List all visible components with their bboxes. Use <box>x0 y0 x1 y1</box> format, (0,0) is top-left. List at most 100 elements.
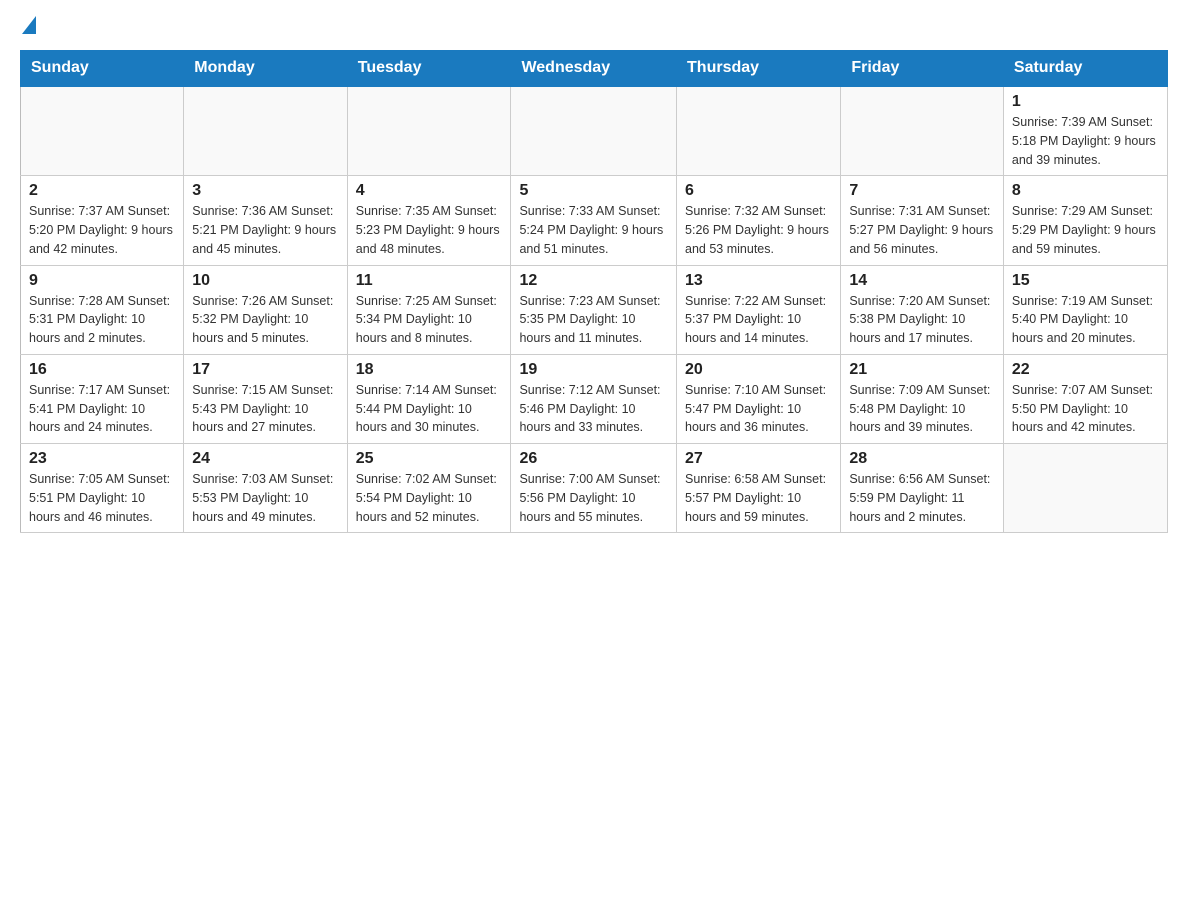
weekday-header-thursday: Thursday <box>677 51 841 87</box>
calendar-cell: 20Sunrise: 7:10 AM Sunset: 5:47 PM Dayli… <box>677 354 841 443</box>
day-number: 5 <box>519 182 668 200</box>
day-info: Sunrise: 7:12 AM Sunset: 5:46 PM Dayligh… <box>519 381 668 437</box>
calendar-cell: 4 Sunrise: 7:35 AM Sunset: 5:23 PM Daylig… <box>347 176 511 265</box>
day-info: Sunrise: 7:09 AM Sunset: 5:48 PM Dayligh… <box>849 381 995 437</box>
day-info: Sunrise: 7:20 AM Sunset: 5:38 PM Dayligh… <box>849 292 995 348</box>
day-info: Sunrise: 7:26 AM Sunset: 5:32 PM Dayligh… <box>192 292 338 348</box>
day-info: Sunrise: 6:56 AM Sunset: 5:59 PM Dayligh… <box>849 470 995 526</box>
calendar-cell: 6 Sunrise: 7:32 AM Sunset: 5:26 PM Daylig… <box>677 176 841 265</box>
day-number: 25 <box>356 450 503 468</box>
day-number: 16 <box>29 361 175 379</box>
calendar-cell: 21 Sunrise: 7:09 AM Sunset: 5:48 PM Dayli… <box>841 354 1004 443</box>
calendar-header-row: SundayMondayTuesdayWednesdayThursdayFrid… <box>21 51 1168 87</box>
day-number: 18 <box>356 361 503 379</box>
calendar-cell: 10 Sunrise: 7:26 AM Sunset: 5:32 PM Dayli… <box>184 265 347 354</box>
calendar-cell: 3 Sunrise: 7:36 AM Sunset: 5:21 PM Daylig… <box>184 176 347 265</box>
calendar-cell: 2 Sunrise: 7:37 AM Sunset: 5:20 PM Daylig… <box>21 176 184 265</box>
day-info: Sunrise: 7:19 AM Sunset: 5:40 PM Dayligh… <box>1012 292 1159 348</box>
calendar-cell: 13 Sunrise: 7:22 AM Sunset: 5:37 PM Dayli… <box>677 265 841 354</box>
day-number: 10 <box>192 272 338 290</box>
day-number: 1 <box>1012 93 1159 111</box>
day-number: 2 <box>29 182 175 200</box>
day-info: Sunrise: 7:36 AM Sunset: 5:21 PM Dayligh… <box>192 202 338 258</box>
day-number: 17 <box>192 361 338 379</box>
day-number: 4 <box>356 182 503 200</box>
calendar-cell: 26 Sunrise: 7:00 AM Sunset: 5:56 PM Dayli… <box>511 444 677 533</box>
day-number: 8 <box>1012 182 1159 200</box>
calendar-cell: 27Sunrise: 6:58 AM Sunset: 5:57 PM Dayli… <box>677 444 841 533</box>
day-info: Sunrise: 7:39 AM Sunset: 5:18 PM Dayligh… <box>1012 113 1159 169</box>
logo <box>20 20 36 32</box>
weekday-header-tuesday: Tuesday <box>347 51 511 87</box>
day-number: 7 <box>849 182 995 200</box>
day-number: 21 <box>849 361 995 379</box>
calendar-week-row: 16 Sunrise: 7:17 AM Sunset: 5:41 PM Dayli… <box>21 354 1168 443</box>
day-info: Sunrise: 7:05 AM Sunset: 5:51 PM Dayligh… <box>29 470 175 526</box>
day-info: Sunrise: 7:10 AM Sunset: 5:47 PM Dayligh… <box>685 381 832 437</box>
weekday-header-saturday: Saturday <box>1003 51 1167 87</box>
day-info: Sunrise: 7:15 AM Sunset: 5:43 PM Dayligh… <box>192 381 338 437</box>
day-info: Sunrise: 7:33 AM Sunset: 5:24 PM Dayligh… <box>519 202 668 258</box>
calendar-cell <box>1003 444 1167 533</box>
day-info: Sunrise: 7:23 AM Sunset: 5:35 PM Dayligh… <box>519 292 668 348</box>
day-number: 6 <box>685 182 832 200</box>
calendar-cell: 14 Sunrise: 7:20 AM Sunset: 5:38 PM Dayli… <box>841 265 1004 354</box>
calendar-week-row: 9 Sunrise: 7:28 AM Sunset: 5:31 PM Daylig… <box>21 265 1168 354</box>
day-number: 24 <box>192 450 338 468</box>
calendar-table: SundayMondayTuesdayWednesdayThursdayFrid… <box>20 50 1168 533</box>
day-info: Sunrise: 6:58 AM Sunset: 5:57 PM Dayligh… <box>685 470 832 526</box>
calendar-cell <box>511 86 677 176</box>
day-info: Sunrise: 7:35 AM Sunset: 5:23 PM Dayligh… <box>356 202 503 258</box>
day-info: Sunrise: 7:00 AM Sunset: 5:56 PM Dayligh… <box>519 470 668 526</box>
calendar-cell <box>184 86 347 176</box>
day-info: Sunrise: 7:17 AM Sunset: 5:41 PM Dayligh… <box>29 381 175 437</box>
calendar-cell: 8 Sunrise: 7:29 AM Sunset: 5:29 PM Daylig… <box>1003 176 1167 265</box>
calendar-cell: 15 Sunrise: 7:19 AM Sunset: 5:40 PM Dayli… <box>1003 265 1167 354</box>
day-info: Sunrise: 7:29 AM Sunset: 5:29 PM Dayligh… <box>1012 202 1159 258</box>
calendar-cell: 1 Sunrise: 7:39 AM Sunset: 5:18 PM Daylig… <box>1003 86 1167 176</box>
day-number: 22 <box>1012 361 1159 379</box>
day-info: Sunrise: 7:03 AM Sunset: 5:53 PM Dayligh… <box>192 470 338 526</box>
day-info: Sunrise: 7:14 AM Sunset: 5:44 PM Dayligh… <box>356 381 503 437</box>
logo-triangle-icon <box>22 16 36 34</box>
calendar-cell: 16 Sunrise: 7:17 AM Sunset: 5:41 PM Dayli… <box>21 354 184 443</box>
calendar-week-row: 23 Sunrise: 7:05 AM Sunset: 5:51 PM Dayli… <box>21 444 1168 533</box>
day-info: Sunrise: 7:31 AM Sunset: 5:27 PM Dayligh… <box>849 202 995 258</box>
day-number: 15 <box>1012 272 1159 290</box>
day-number: 28 <box>849 450 995 468</box>
calendar-cell <box>347 86 511 176</box>
day-info: Sunrise: 7:22 AM Sunset: 5:37 PM Dayligh… <box>685 292 832 348</box>
page-header <box>20 20 1168 32</box>
day-number: 19 <box>519 361 668 379</box>
day-info: Sunrise: 7:37 AM Sunset: 5:20 PM Dayligh… <box>29 202 175 258</box>
day-number: 11 <box>356 272 503 290</box>
day-number: 12 <box>519 272 668 290</box>
calendar-cell <box>677 86 841 176</box>
day-number: 13 <box>685 272 832 290</box>
day-number: 9 <box>29 272 175 290</box>
weekday-header-friday: Friday <box>841 51 1004 87</box>
day-number: 14 <box>849 272 995 290</box>
day-info: Sunrise: 7:32 AM Sunset: 5:26 PM Dayligh… <box>685 202 832 258</box>
day-number: 26 <box>519 450 668 468</box>
day-number: 23 <box>29 450 175 468</box>
calendar-cell: 5 Sunrise: 7:33 AM Sunset: 5:24 PM Daylig… <box>511 176 677 265</box>
day-info: Sunrise: 7:28 AM Sunset: 5:31 PM Dayligh… <box>29 292 175 348</box>
calendar-cell: 23 Sunrise: 7:05 AM Sunset: 5:51 PM Dayli… <box>21 444 184 533</box>
calendar-cell: 11 Sunrise: 7:25 AM Sunset: 5:34 PM Dayli… <box>347 265 511 354</box>
calendar-cell: 18 Sunrise: 7:14 AM Sunset: 5:44 PM Dayli… <box>347 354 511 443</box>
calendar-cell <box>21 86 184 176</box>
day-number: 3 <box>192 182 338 200</box>
calendar-cell: 28 Sunrise: 6:56 AM Sunset: 5:59 PM Dayli… <box>841 444 1004 533</box>
calendar-cell: 25Sunrise: 7:02 AM Sunset: 5:54 PM Dayli… <box>347 444 511 533</box>
weekday-header-wednesday: Wednesday <box>511 51 677 87</box>
weekday-header-sunday: Sunday <box>21 51 184 87</box>
calendar-cell: 24 Sunrise: 7:03 AM Sunset: 5:53 PM Dayli… <box>184 444 347 533</box>
calendar-cell: 22 Sunrise: 7:07 AM Sunset: 5:50 PM Dayli… <box>1003 354 1167 443</box>
day-info: Sunrise: 7:07 AM Sunset: 5:50 PM Dayligh… <box>1012 381 1159 437</box>
day-info: Sunrise: 7:25 AM Sunset: 5:34 PM Dayligh… <box>356 292 503 348</box>
calendar-cell: 9 Sunrise: 7:28 AM Sunset: 5:31 PM Daylig… <box>21 265 184 354</box>
calendar-cell: 12 Sunrise: 7:23 AM Sunset: 5:35 PM Dayli… <box>511 265 677 354</box>
calendar-cell: 17 Sunrise: 7:15 AM Sunset: 5:43 PM Dayli… <box>184 354 347 443</box>
calendar-week-row: 1 Sunrise: 7:39 AM Sunset: 5:18 PM Daylig… <box>21 86 1168 176</box>
